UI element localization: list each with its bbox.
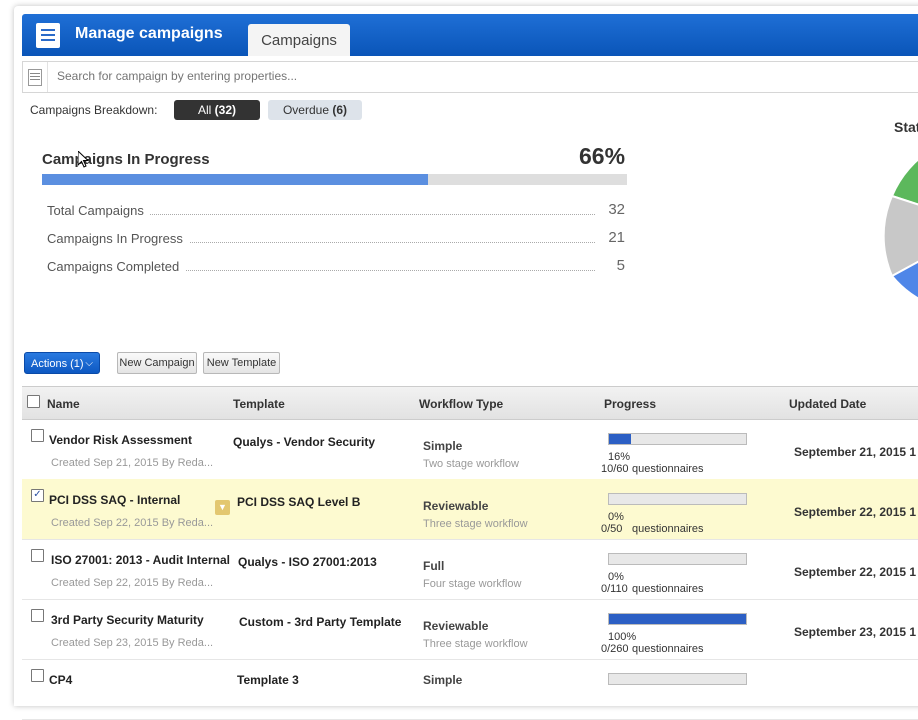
filter-all-label: All [197, 103, 212, 117]
created-info: Created Sep 22, 2015 By Reda... [51, 517, 214, 529]
filter-overdue-label: Overdue [282, 103, 329, 117]
row-progress-fill [609, 614, 746, 624]
table-row[interactable]: 3rd Party Security Maturity Created Sep 2… [22, 599, 918, 660]
updated-date: September 22, 2015 1 [794, 505, 917, 519]
progress-title: Campaigns In Progress [42, 151, 210, 168]
questionnaire-count: 10/60 [601, 463, 629, 475]
workflow-description: Three stage workflow [423, 518, 528, 530]
row-checkbox[interactable] [31, 609, 44, 622]
progress-percent: 66% [579, 143, 626, 169]
created-info: Created Sep 23, 2015 By Reda... [51, 637, 214, 649]
status-chart-title: Stat [894, 119, 918, 135]
questionnaire-count: 0/260 [601, 643, 629, 655]
stat-label: Total Campaigns [47, 203, 150, 218]
campaign-name[interactable]: Vendor Risk Assessment [49, 433, 192, 447]
column-name[interactable]: Name [47, 397, 80, 411]
stat-value: 32 [608, 201, 625, 218]
row-progress-bar [608, 493, 747, 505]
filter-all-count: (32) [214, 103, 237, 117]
search-input[interactable] [55, 68, 859, 84]
table-header: Name Template Workflow Type Progress Upd… [22, 386, 918, 420]
column-template[interactable]: Template [233, 397, 285, 411]
stat-total: Total Campaigns 32 [47, 201, 625, 221]
status-pie-chart [882, 158, 918, 300]
template-name[interactable]: PCI DSS SAQ Level B [237, 495, 360, 509]
table-row[interactable]: Vendor Risk Assessment Created Sep 21, 20… [22, 419, 918, 480]
table-row[interactable]: CP4 Template 3 Simple [22, 659, 918, 720]
questionnaire-label: questionnaires [632, 523, 704, 535]
column-progress[interactable]: Progress [604, 397, 656, 411]
template-name[interactable]: Template 3 [237, 673, 299, 687]
created-info: Created Sep 22, 2015 By Reda... [51, 577, 214, 589]
campaign-name[interactable]: ISO 27001: 2013 - Audit Internal [51, 553, 230, 567]
table-row[interactable]: ✓ PCI DSS SAQ - Internal Created Sep 22, 2… [22, 479, 918, 540]
campaign-document-icon [36, 23, 60, 48]
new-template-button[interactable]: New Template [203, 352, 280, 374]
row-checkbox[interactable]: ✓ [31, 489, 44, 502]
page-title: Manage campaigns [75, 25, 223, 42]
row-checkbox[interactable] [31, 429, 44, 442]
template-name[interactable]: Custom - 3rd Party Template [239, 615, 401, 629]
workflow-type: Full [423, 559, 445, 573]
row-progress-percent: 0% [608, 571, 624, 583]
campaign-name[interactable]: CP4 [49, 673, 72, 687]
filter-all-button[interactable]: All (32) [174, 100, 260, 120]
updated-date: September 21, 2015 1 [794, 445, 917, 459]
filter-overdue-count: (6) [332, 103, 348, 117]
stat-value: 21 [608, 229, 625, 246]
filter-overdue-button[interactable]: Overdue (6) [268, 100, 362, 120]
questionnaire-count: 0/50 [601, 523, 623, 535]
stat-completed: Campaigns Completed 5 [47, 257, 625, 277]
list-icon[interactable] [23, 62, 48, 92]
row-progress-bar [608, 433, 747, 445]
workflow-description: Three stage workflow [423, 638, 528, 650]
created-info: Created Sep 21, 2015 By Reda... [51, 457, 214, 469]
row-checkbox[interactable] [31, 549, 44, 562]
row-progress-bar [608, 553, 747, 565]
row-progress-bar [608, 613, 747, 625]
row-progress-percent: 16% [608, 451, 631, 463]
workflow-type: Reviewable [423, 619, 489, 633]
new-campaign-button[interactable]: New Campaign [117, 352, 197, 374]
progress-bar-fill [42, 174, 429, 185]
tab-campaigns[interactable]: Campaigns [248, 24, 350, 56]
progress-bar [42, 174, 627, 185]
row-progress-fill [609, 434, 631, 444]
row-progress-percent: 100% [608, 631, 637, 643]
workflow-type: Reviewable [423, 499, 489, 513]
select-all-checkbox[interactable] [27, 395, 40, 408]
workflow-description: Four stage workflow [423, 578, 522, 590]
stat-label: Campaigns In Progress [47, 231, 189, 246]
workflow-description: Two stage workflow [423, 458, 519, 470]
workflow-type: Simple [423, 439, 463, 453]
chevron-down-icon: ⌵ [85, 358, 93, 369]
breakdown-label: Campaigns Breakdown: [30, 103, 158, 117]
template-name[interactable]: Qualys - ISO 27001:2013 [238, 555, 377, 569]
header-bar: Manage campaigns Campaigns [22, 14, 918, 56]
row-progress-bar [608, 673, 747, 685]
campaign-name[interactable]: 3rd Party Security Maturity [51, 613, 204, 627]
actions-dropdown-button[interactable]: Actions (1) ⌵ [24, 352, 100, 374]
questionnaire-label: questionnaires [632, 583, 704, 595]
search-bar [22, 61, 918, 93]
stat-value: 5 [616, 257, 625, 274]
row-progress-percent: 0% [608, 511, 624, 523]
questionnaire-count: 0/110 [601, 583, 628, 595]
campaign-name[interactable]: PCI DSS SAQ - Internal [49, 493, 180, 507]
row-checkbox[interactable] [31, 669, 44, 682]
stat-label: Campaigns Completed [47, 259, 186, 274]
row-menu-chevron-icon[interactable]: ▼ [215, 500, 230, 515]
updated-date: September 23, 2015 1 [794, 625, 917, 639]
column-workflow-type[interactable]: Workflow Type [419, 397, 503, 411]
workflow-type: Simple [423, 673, 463, 687]
actions-label: Actions (1) [31, 358, 84, 370]
questionnaire-label: questionnaires [632, 463, 704, 475]
questionnaire-label: questionnaires [632, 643, 704, 655]
column-updated-date[interactable]: Updated Date [789, 397, 866, 411]
updated-date: September 22, 2015 1 [794, 565, 917, 579]
template-name[interactable]: Qualys - Vendor Security [233, 435, 375, 449]
table-row[interactable]: ISO 27001: 2013 - Audit Internal Created … [22, 539, 918, 600]
stat-in-progress: Campaigns In Progress 21 [47, 229, 625, 249]
